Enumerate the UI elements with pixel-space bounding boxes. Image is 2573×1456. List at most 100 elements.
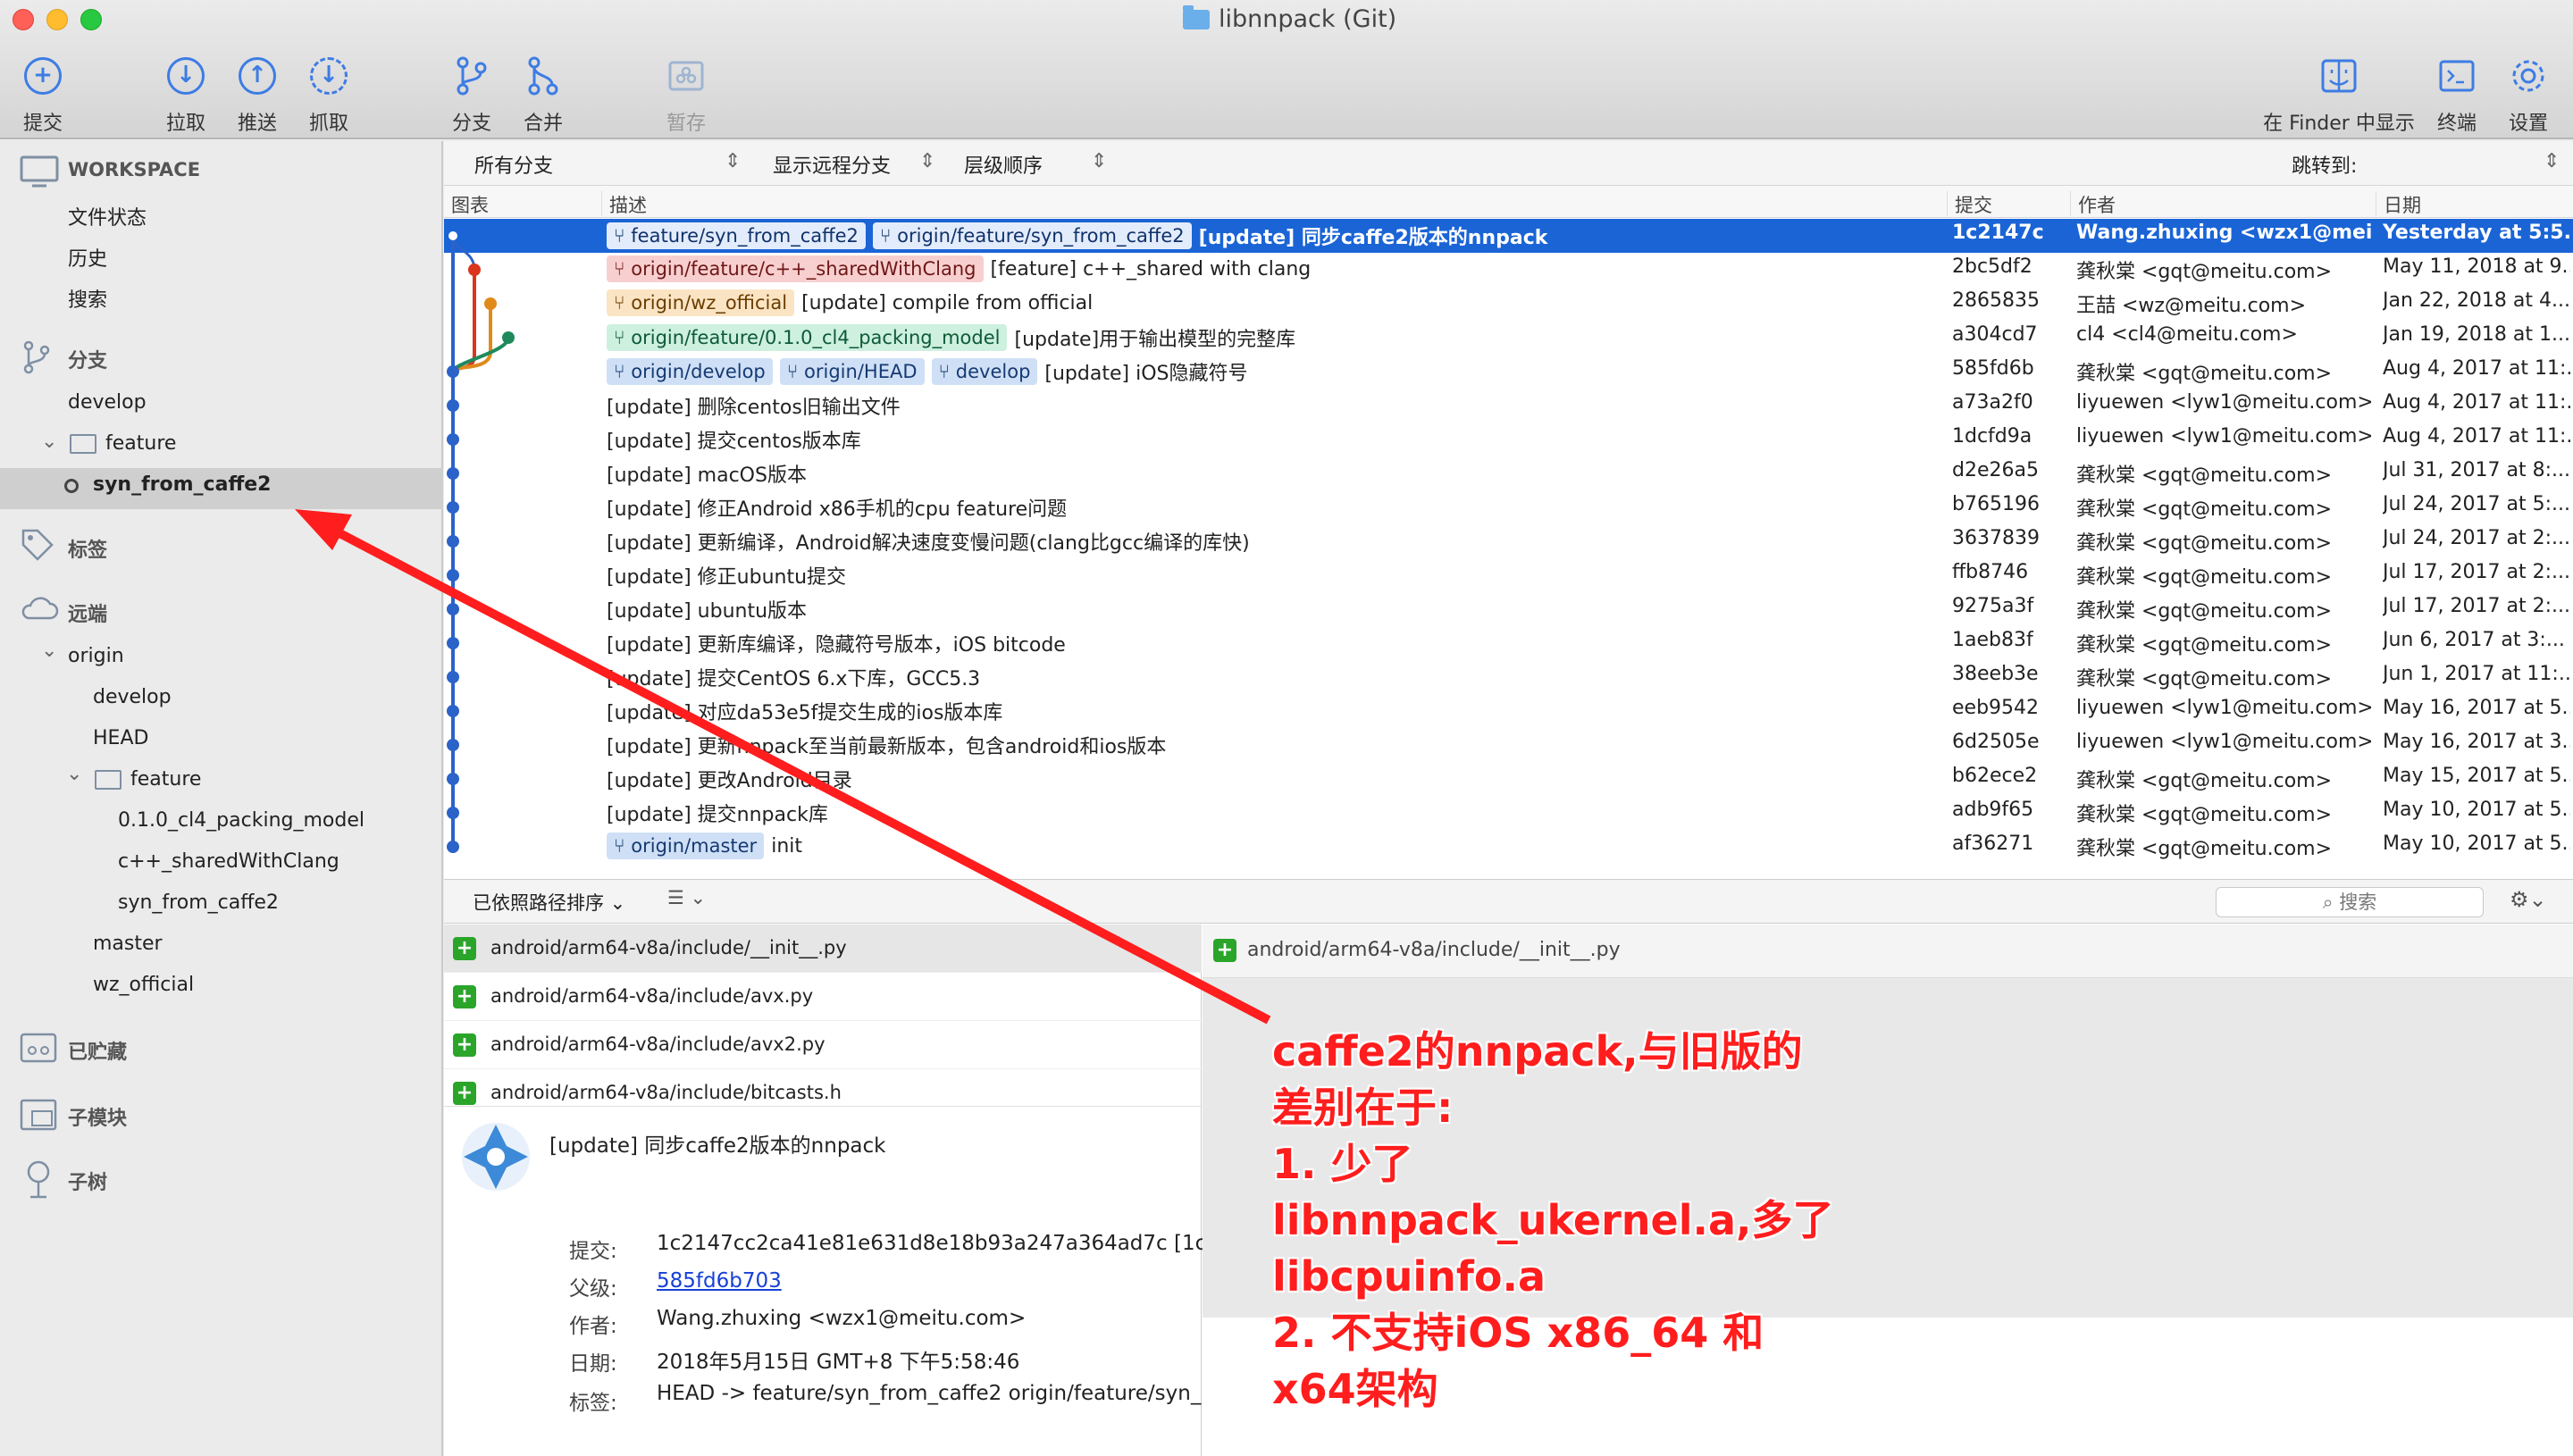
list-view-icon[interactable]: ☰ ⌄	[667, 887, 706, 908]
pull-button[interactable]: ↓ 拉取	[146, 50, 226, 136]
sidebar-remote-shared-with-clang[interactable]: c++_sharedWithClang	[118, 850, 339, 873]
column-author[interactable]: 作者	[2070, 191, 2116, 216]
chevron-down-icon[interactable]: ⌄	[66, 763, 82, 785]
commit-node[interactable]	[447, 773, 459, 785]
commit-row[interactable]: [update] 更改Android目录 b62ece2 龚秋棠 <gqt@meit…	[444, 762, 2573, 796]
commit-node[interactable]	[447, 535, 459, 548]
file-search-input[interactable]: ⌕ 搜索	[2216, 887, 2484, 917]
branch-tag[interactable]: ⑂ origin/wz_official	[607, 289, 795, 316]
sidebar-remote-develop[interactable]: develop	[93, 686, 172, 708]
sidebar-remote-feature[interactable]: feature	[130, 768, 201, 791]
commit-row[interactable]: [update] 更新库编译，隐藏符号版本，iOS bitcode 1aeb83f…	[444, 626, 2573, 660]
commit-row[interactable]: ⑂ origin/develop ⑂ origin/HEAD ⑂ develop [u…	[444, 355, 2573, 389]
fetch-button[interactable]: ↓ 抓取	[289, 50, 369, 136]
commit-row[interactable]: [update] 删除centos旧输出文件 a73a2f0 liyuewen <l…	[444, 389, 2573, 423]
commit-node[interactable]	[447, 739, 459, 751]
commit-node[interactable]	[447, 603, 459, 615]
commit-node[interactable]	[447, 569, 459, 582]
sidebar-item-history[interactable]: 历史	[68, 243, 107, 272]
sidebar-branch-develop[interactable]: develop	[68, 391, 147, 414]
commit-node[interactable]	[502, 331, 515, 344]
commit-node[interactable]	[447, 807, 459, 819]
branch-tag[interactable]: ⑂ origin/HEAD	[779, 358, 925, 385]
sidebar-branch-syn-from-caffe2[interactable]: syn_from_caffe2	[93, 473, 272, 496]
commit-node[interactable]	[447, 705, 459, 717]
sidebar-remote-origin[interactable]: origin	[68, 645, 124, 667]
branch-tag[interactable]: ⑂ origin/feature/syn_from_caffe2	[872, 222, 1192, 249]
commit-row[interactable]: ⑂ origin/master init af36271 龚秋棠 <gqt@meitu…	[444, 830, 2573, 864]
commit-node[interactable]	[447, 433, 459, 446]
commit-row[interactable]: [update] 修正Android x86手机的cpu feature问题 b7…	[444, 490, 2573, 524]
commit-row[interactable]: [update] 提交centos版本库 1dcfd9a liyuewen <lyw…	[444, 423, 2573, 456]
column-commit[interactable]: 提交	[1947, 191, 1992, 216]
parent-hash-link[interactable]: 585fd6b703	[657, 1269, 782, 1293]
jump-to-label[interactable]: 跳转到:	[2292, 150, 2357, 179]
sort-by-path-select[interactable]: 已依照路径排序 ⌄	[473, 889, 625, 916]
column-date[interactable]: 日期	[2376, 191, 2421, 216]
branch-tag[interactable]: ⑂ origin/feature/0.1.0_cl4_packing_model	[607, 324, 1008, 351]
commit-row[interactable]: [update] 对应da53e5f提交生成的ios版本库 eeb9542 liyu…	[444, 694, 2573, 728]
sidebar-subtrees-header[interactable]: 子树	[68, 1167, 107, 1195]
branch-tag[interactable]: ⑂ origin/feature/c++_sharedWithClang	[607, 255, 984, 282]
branch-tag[interactable]: ⑂ develop	[931, 358, 1038, 385]
branch-tag[interactable]: ⑂ origin/develop	[607, 358, 773, 385]
show-in-finder-button[interactable]: 在 Finder 中显示	[2259, 50, 2419, 136]
push-button[interactable]: ↑ 推送	[217, 50, 298, 136]
commit-node[interactable]	[448, 231, 457, 240]
commit-row[interactable]: [update] 提交nnpack库 adb9f65 龚秋棠 <gqt@meitu.…	[444, 796, 2573, 830]
commit-node[interactable]	[447, 501, 459, 514]
commit-row[interactable]: [update] 修正ubuntu提交 ffb8746 龚秋棠 <gqt@meitu…	[444, 558, 2573, 592]
zoom-window-button[interactable]	[80, 9, 102, 30]
commit-row[interactable]: [update] 更新nnpack至当前最新版本，包含android和ios版本…	[444, 728, 2573, 762]
commit-button[interactable]: + 提交	[3, 50, 83, 136]
commit-node[interactable]	[447, 671, 459, 683]
commit-row[interactable]: ⑂ origin/feature/c++_sharedWithClang [fea…	[444, 253, 2573, 287]
changed-file-row[interactable]: + android/arm64-v8a/include/avx.py	[444, 973, 1202, 1021]
branch-button[interactable]: 分支	[432, 50, 512, 136]
commit-node[interactable]	[447, 467, 459, 480]
commit-node[interactable]	[447, 637, 459, 649]
sidebar-remote-head[interactable]: HEAD	[93, 727, 148, 749]
remote-branch-select[interactable]: 显示远程分支	[773, 150, 891, 179]
commit-row[interactable]: ⑂ origin/feature/0.1.0_cl4_packing_model…	[444, 321, 2573, 355]
column-description[interactable]: 描述	[601, 191, 647, 216]
commit-node[interactable]	[484, 297, 497, 310]
commit-node[interactable]	[468, 264, 481, 276]
commit-row[interactable]: [update] 更新编译，Android解决速度变慢问题(clang比gcc编…	[444, 524, 2573, 558]
commit-row[interactable]: [update] ubuntu版本 9275a3f 龚秋棠 <gqt@meitu.c…	[444, 592, 2573, 626]
sidebar-remotes-header[interactable]: 远端	[68, 598, 107, 627]
branch-filter-select[interactable]: 所有分支	[474, 150, 553, 179]
sidebar-branch-feature[interactable]: feature	[105, 432, 176, 455]
sidebar-submodules-header[interactable]: 子模块	[68, 1102, 127, 1131]
sidebar-remote-wz-official[interactable]: wz_official	[93, 974, 194, 996]
sidebar-stashes-header[interactable]: 已贮藏	[68, 1036, 127, 1065]
commit-row[interactable]: ⑂ origin/wz_official [update] compile fro…	[444, 287, 2573, 321]
sidebar-branches-header[interactable]: 分支	[68, 345, 107, 373]
commit-row[interactable]: [update] macOS版本 d2e26a5 龚秋棠 <gqt@meitu.co…	[444, 456, 2573, 490]
sidebar-item-search[interactable]: 搜索	[68, 284, 107, 313]
stash-button[interactable]: 暂存	[646, 50, 726, 136]
sidebar-remote-packing-model[interactable]: 0.1.0_cl4_packing_model	[118, 809, 365, 832]
sidebar-tags-header[interactable]: 标签	[68, 534, 107, 563]
minimize-window-button[interactable]	[46, 9, 68, 30]
merge-button[interactable]: 合并	[503, 50, 583, 136]
gear-icon[interactable]: ⚙⌄	[2510, 887, 2547, 912]
sidebar-remote-master[interactable]: master	[93, 933, 163, 955]
commit-node[interactable]	[447, 365, 459, 378]
commit-row[interactable]: [update] 提交CentOS 6.x下库，GCC5.3 38eeb3e 龚秋棠…	[444, 660, 2573, 694]
sidebar-item-file-status[interactable]: 文件状态	[68, 202, 147, 230]
commit-node[interactable]	[447, 399, 459, 412]
settings-button[interactable]: 设置	[2488, 50, 2569, 136]
sidebar-remote-syn-from-caffe2[interactable]: syn_from_caffe2	[118, 891, 279, 914]
commit-row[interactable]: ⑂ feature/syn_from_caffe2 ⑂ origin/featur…	[444, 219, 2573, 253]
chevron-down-icon[interactable]: ⌄	[41, 640, 57, 662]
branch-tag[interactable]: ⑂ origin/master	[607, 833, 765, 859]
changed-file-row[interactable]: + android/arm64-v8a/include/__init__.py	[444, 925, 1202, 973]
terminal-button[interactable]: 终端	[2417, 50, 2497, 136]
commit-node[interactable]	[447, 841, 459, 853]
order-select[interactable]: 层级顺序	[964, 150, 1043, 179]
branch-tag[interactable]: ⑂ feature/syn_from_caffe2	[607, 222, 866, 249]
column-graph[interactable]: 图表	[444, 191, 489, 216]
close-window-button[interactable]	[13, 9, 34, 30]
chevron-down-icon[interactable]: ⌄	[41, 431, 57, 453]
